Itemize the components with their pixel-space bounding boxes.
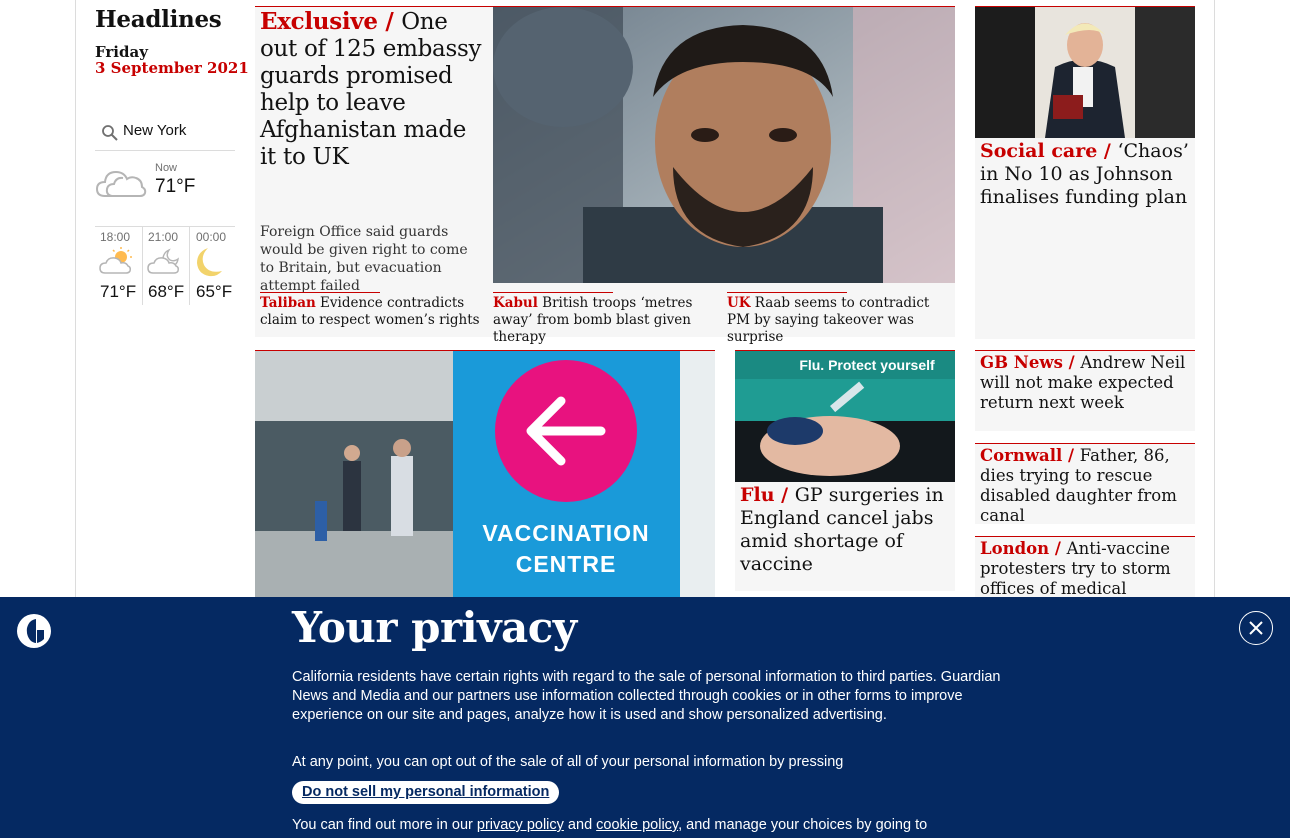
man-portrait-photo xyxy=(493,7,955,283)
london-card[interactable]: London / Anti-vaccine protesters try to … xyxy=(975,536,1195,618)
cloudy-moon-icon xyxy=(147,248,179,274)
weather-location[interactable]: New York xyxy=(123,122,186,139)
do-not-sell-button[interactable]: Do not sell my personal information xyxy=(292,781,560,804)
flu-headline[interactable]: Flu / GP surgeries in England cancel jab… xyxy=(740,484,952,576)
cornwall-kicker: Cornwall / xyxy=(980,446,1080,465)
privacy-close-button[interactable] xyxy=(1239,611,1273,645)
flu-jab-image[interactable]: Flu. Protect yourself xyxy=(735,351,955,482)
johnson-photo-image xyxy=(975,7,1195,138)
related-divider xyxy=(493,292,613,293)
current-date: 3 September 2021 xyxy=(95,59,249,77)
weather-location-search[interactable]: New York xyxy=(95,117,235,151)
guardian-logo-icon xyxy=(17,614,51,648)
related-kicker: Kabul xyxy=(493,295,538,311)
forecast-slot: 21:00 68°F xyxy=(142,227,189,305)
cornwall-headline[interactable]: Cornwall / Father, 86, dies trying to re… xyxy=(980,446,1192,526)
cornwall-card[interactable]: Cornwall / Father, 86, dies trying to re… xyxy=(975,443,1195,526)
related-divider xyxy=(727,292,847,293)
forecast-slot: 18:00 71°F xyxy=(95,227,142,305)
search-icon xyxy=(102,125,118,141)
section-title: Headlines xyxy=(95,6,222,33)
vaccination-centre-photo: VACCINATION CENTRE xyxy=(255,351,715,599)
related-divider xyxy=(260,292,380,293)
weather-now-temp: 71°F xyxy=(155,176,196,197)
related-text: Raab seems to contradict PM by saying ta… xyxy=(727,295,930,345)
flu-kicker: Flu / xyxy=(740,484,795,506)
forecast-time: 21:00 xyxy=(148,230,179,244)
privacy-title: Your privacy xyxy=(292,603,577,652)
main-trail-text: Foreign Office said guards would be give… xyxy=(260,224,468,294)
gb-news-kicker: GB News / xyxy=(980,353,1081,372)
svg-text:CENTRE: CENTRE xyxy=(516,551,617,577)
related-kicker: Taliban xyxy=(260,295,316,311)
london-kicker: London / xyxy=(980,539,1067,558)
privacy-manage-text: , and manage your choices by going to xyxy=(678,817,928,833)
weather-forecast: 18:00 71°F 21:00 68°F 00:00 65°F xyxy=(95,226,235,305)
privacy-paragraph: California residents have certain rights… xyxy=(292,669,1001,723)
gb-news-card[interactable]: GB News / Andrew Neil will not make expe… xyxy=(975,350,1195,431)
privacy-banner: Your privacy California residents have c… xyxy=(0,597,1290,838)
privacy-more-text: You can find out more in our xyxy=(292,817,477,833)
gb-news-headline[interactable]: GB News / Andrew Neil will not make expe… xyxy=(980,353,1192,413)
close-icon xyxy=(1249,621,1263,635)
forecast-temp: 65°F xyxy=(196,282,233,301)
privacy-more-info: You can find out more in our privacy pol… xyxy=(292,816,1012,835)
vaccination-centre-image[interactable]: VACCINATION CENTRE xyxy=(255,350,715,599)
main-headline[interactable]: Exclusive / One out of 125 embassy guard… xyxy=(260,8,488,171)
flu-jab-photo: Flu. Protect yourself xyxy=(735,351,955,482)
forecast-temp: 68°F xyxy=(148,282,185,301)
weather-now-label: Now xyxy=(155,162,178,174)
johnson-photo[interactable] xyxy=(975,7,1195,138)
cloudy-icon xyxy=(95,170,147,197)
related-kicker: UK xyxy=(727,295,751,311)
forecast-temp: 71°F xyxy=(100,282,137,301)
privacy-policy-link[interactable]: privacy policy xyxy=(477,817,564,833)
privacy-opt-out-text: At any point, you can opt out of the sal… xyxy=(292,754,844,770)
forecast-time: 00:00 xyxy=(196,230,227,244)
privacy-and-text: and xyxy=(563,817,597,833)
social-care-headline[interactable]: Social care / ‘Chaos’ in No 10 as Johnso… xyxy=(980,140,1190,209)
forecast-slot: 00:00 65°F xyxy=(189,227,236,305)
forecast-time: 18:00 xyxy=(100,230,131,244)
moon-icon xyxy=(197,248,222,277)
partly-sunny-icon xyxy=(99,247,132,274)
cookie-policy-link[interactable]: cookie policy xyxy=(596,817,678,833)
main-kicker: Exclusive / xyxy=(260,8,402,35)
social-care-kicker: Social care / xyxy=(980,140,1118,162)
svg-text:Flu. Protect yourself: Flu. Protect yourself xyxy=(799,357,935,373)
svg-text:VACCINATION: VACCINATION xyxy=(482,520,649,546)
main-story-image[interactable] xyxy=(493,7,955,283)
